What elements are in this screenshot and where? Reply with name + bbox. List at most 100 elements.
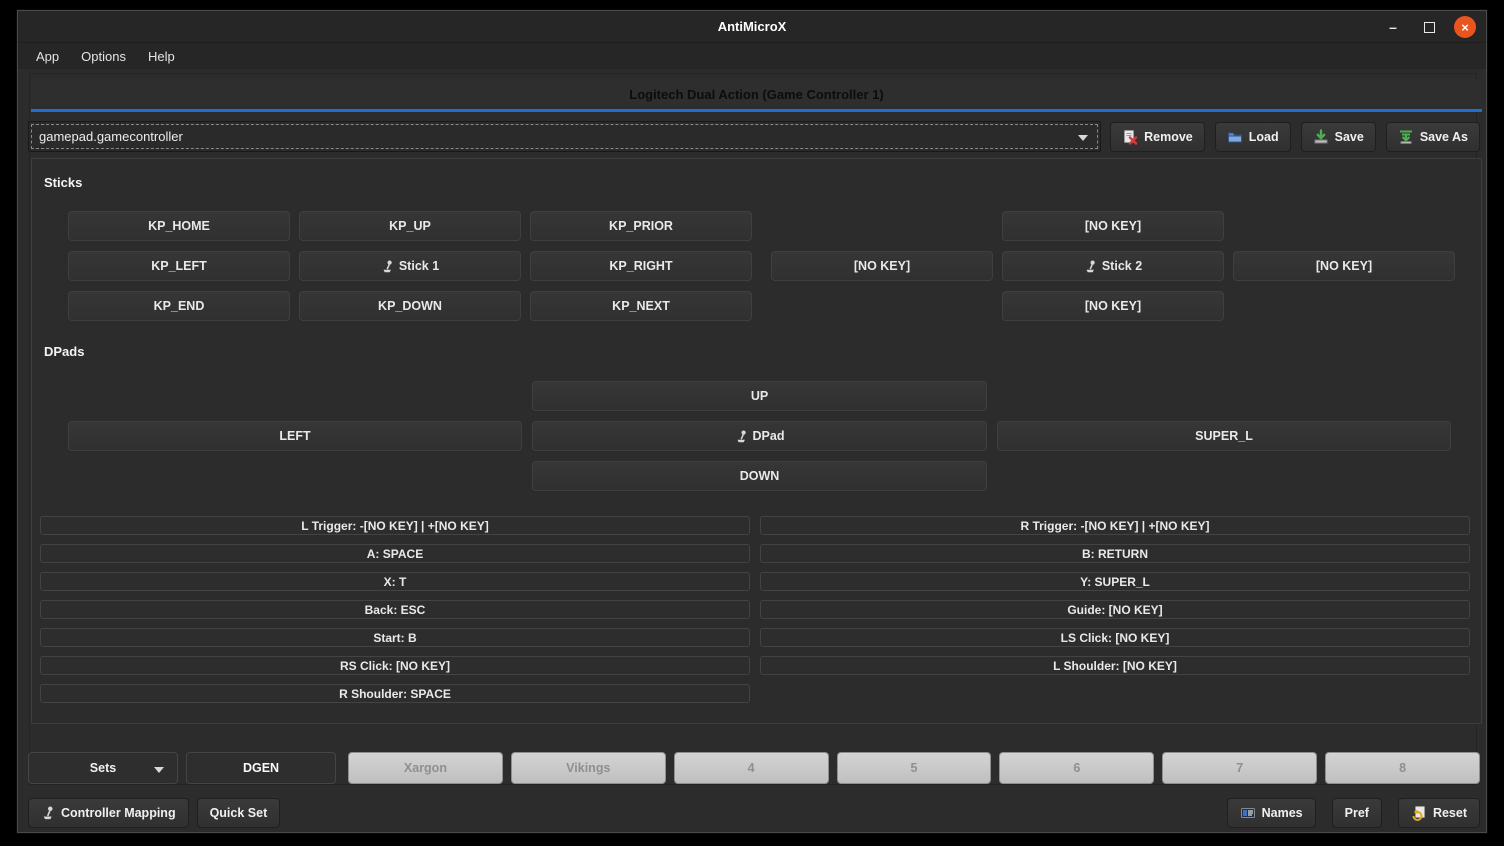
joystick-icon (735, 430, 748, 443)
back-button[interactable]: Back: ESC (40, 600, 750, 619)
dpad-up-button[interactable]: UP (532, 381, 987, 411)
remove-icon (1122, 129, 1138, 145)
set-tab-4[interactable]: 4 (674, 752, 829, 784)
close-button[interactable]: × (1454, 16, 1476, 38)
stick1-grid: KP_HOME KP_UP KP_PRIOR KP_LEFT Stick 1 K… (68, 211, 752, 321)
guide-button[interactable]: Guide: [NO KEY] (760, 600, 1470, 619)
sets-dropdown[interactable]: Sets (28, 752, 178, 784)
set-tab-3[interactable]: Vikings (511, 752, 666, 784)
x-button[interactable]: X: T (40, 572, 750, 591)
stick1-upleft-button[interactable]: KP_HOME (68, 211, 290, 241)
b-button[interactable]: B: RETURN (760, 544, 1470, 563)
l-trigger-button[interactable]: L Trigger: -[NO KEY] | +[NO KEY] (40, 516, 750, 535)
minimize-button[interactable]: – (1382, 16, 1404, 38)
pref-button[interactable]: Pref (1332, 798, 1382, 828)
names-button[interactable]: Names (1227, 798, 1316, 828)
stick1-downleft-button[interactable]: KP_END (68, 291, 290, 321)
controller-tab[interactable]: Logitech Dual Action (Game Controller 1) (31, 79, 1482, 109)
folder-open-icon (1227, 129, 1243, 145)
stick1-up-button[interactable]: KP_UP (299, 211, 521, 241)
profile-select[interactable]: gamepad.gamecontroller (28, 121, 1101, 152)
stick1-center-label: Stick 1 (399, 259, 439, 273)
menubar: App Options Help (18, 43, 1486, 69)
quick-set-label: Quick Set (210, 806, 268, 820)
stick2-center-button[interactable]: Stick 2 (1002, 251, 1224, 281)
a-button[interactable]: A: SPACE (40, 544, 750, 563)
stick2-left-button[interactable]: [NO KEY] (771, 251, 993, 281)
profile-row: gamepad.gamecontroller Remove (28, 121, 1480, 152)
controller-tab-label: Logitech Dual Action (Game Controller 1) (629, 87, 883, 102)
dpad-left-button[interactable]: LEFT (68, 421, 522, 451)
stick2-up-button[interactable]: [NO KEY] (1002, 211, 1224, 241)
l-shoulder-button[interactable]: L Shoulder: [NO KEY] (760, 656, 1470, 675)
reset-icon (1411, 805, 1427, 821)
stick2-center-label: Stick 2 (1102, 259, 1142, 273)
assignments-right-column: R Trigger: -[NO KEY] | +[NO KEY] B: RETU… (760, 516, 1470, 675)
stick1-left-button[interactable]: KP_LEFT (68, 251, 290, 281)
stick1-center-button[interactable]: Stick 1 (299, 251, 521, 281)
dpad-center-label: DPad (753, 429, 785, 443)
window-controls: – × (1382, 11, 1476, 43)
r-shoulder-button[interactable]: R Shoulder: SPACE (40, 684, 750, 703)
y-button[interactable]: Y: SUPER_L (760, 572, 1470, 591)
set-tab-6[interactable]: 6 (999, 752, 1154, 784)
r-trigger-button[interactable]: R Trigger: -[NO KEY] | +[NO KEY] (760, 516, 1470, 535)
chevron-down-icon (1078, 135, 1088, 141)
load-button-label: Load (1249, 130, 1279, 144)
joystick-icon (1084, 260, 1097, 273)
controller-mapping-button[interactable]: Controller Mapping (28, 798, 189, 828)
sets-row: Sets DGEN Xargon Vikings 4 5 6 7 8 (28, 752, 1480, 784)
set-tab-8[interactable]: 8 (1325, 752, 1480, 784)
app-window: AntiMicroX – × App Options Help Logitech… (17, 10, 1487, 833)
joystick-icon (381, 260, 394, 273)
remove-button-label: Remove (1144, 130, 1193, 144)
save-button[interactable]: Save (1301, 122, 1376, 152)
dpads-heading: DPads (44, 344, 84, 359)
sets-dropdown-label: Sets (90, 761, 116, 775)
controller-mapping-label: Controller Mapping (61, 806, 176, 820)
save-icon (1313, 129, 1329, 145)
menu-help[interactable]: Help (138, 46, 185, 67)
stick1-down-button[interactable]: KP_DOWN (299, 291, 521, 321)
sticks-heading: Sticks (44, 175, 82, 190)
stick2-right-button[interactable]: [NO KEY] (1233, 251, 1455, 281)
load-button[interactable]: Load (1215, 122, 1291, 152)
stick1-upright-button[interactable]: KP_PRIOR (530, 211, 752, 241)
set-tab-1[interactable]: DGEN (186, 752, 336, 784)
names-label: Names (1262, 806, 1303, 820)
set-tab-5[interactable]: 5 (837, 752, 992, 784)
maximize-icon (1424, 22, 1435, 33)
save-as-button-label: Save As (1420, 130, 1468, 144)
rs-click-button[interactable]: RS Click: [NO KEY] (40, 656, 750, 675)
profile-buttons: Remove Load Save (1110, 122, 1480, 152)
menu-app[interactable]: App (26, 46, 69, 67)
menu-options[interactable]: Options (71, 46, 136, 67)
stick1-right-button[interactable]: KP_RIGHT (530, 251, 752, 281)
joystick-icon (41, 806, 55, 820)
assignments-left-column: L Trigger: -[NO KEY] | +[NO KEY] A: SPAC… (40, 516, 750, 703)
save-as-button[interactable]: Save As (1386, 122, 1480, 152)
profile-select-value: gamepad.gamecontroller (39, 129, 183, 144)
mapping-panel: Sticks KP_HOME KP_UP KP_PRIOR KP_LEFT St… (31, 158, 1482, 724)
save-as-icon (1398, 129, 1414, 145)
set-tab-7[interactable]: 7 (1162, 752, 1317, 784)
set-tab-2[interactable]: Xargon (348, 752, 503, 784)
dpad-down-button[interactable]: DOWN (532, 461, 987, 491)
quick-set-button[interactable]: Quick Set (197, 798, 281, 828)
stick2-grid: [NO KEY] [NO KEY] Stick 2 [NO KEY] [NO K… (771, 211, 1455, 321)
stick1-downright-button[interactable]: KP_NEXT (530, 291, 752, 321)
bottom-left-group: Controller Mapping Quick Set (28, 798, 280, 828)
dpad-center-button[interactable]: DPad (532, 421, 987, 451)
pref-label: Pref (1345, 806, 1369, 820)
ls-click-button[interactable]: LS Click: [NO KEY] (760, 628, 1470, 647)
dpad-grid: UP LEFT DPad SUPER_L DOWN (68, 381, 1451, 491)
reset-label: Reset (1433, 806, 1467, 820)
reset-button[interactable]: Reset (1398, 798, 1480, 828)
stick2-down-button[interactable]: [NO KEY] (1002, 291, 1224, 321)
window-title: AntiMicroX (718, 19, 787, 34)
maximize-button[interactable] (1418, 16, 1440, 38)
start-button[interactable]: Start: B (40, 628, 750, 647)
bottom-right-group: Names Pref Reset (1227, 798, 1480, 828)
remove-button[interactable]: Remove (1110, 122, 1205, 152)
dpad-right-button[interactable]: SUPER_L (997, 421, 1451, 451)
